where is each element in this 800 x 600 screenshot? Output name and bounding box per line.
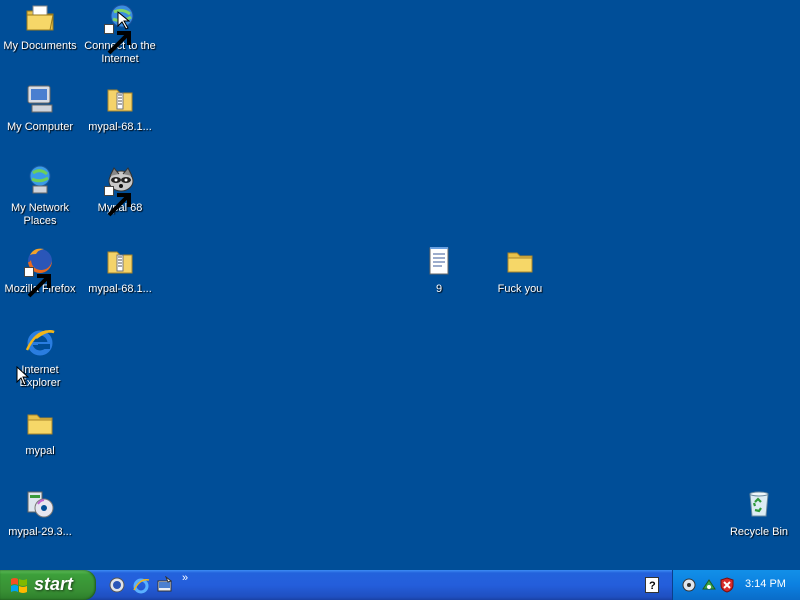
internet-explorer-quicklaunch-icon[interactable] (132, 576, 150, 594)
desktop-icon-label: My Network Places (10, 202, 70, 227)
desktop-icon-internet-explorer[interactable]: Internet Explorer (0, 326, 80, 390)
firefox-quicklaunch-icon[interactable] (108, 576, 126, 594)
shortcut-arrow-icon (104, 186, 131, 217)
mypal-raccoon-icon (104, 164, 136, 217)
desktop-icon-mypal-folder[interactable]: mypal (0, 407, 80, 458)
security-center-alert-icon[interactable] (719, 577, 735, 593)
desktop-icon-label: Internet Explorer (19, 364, 61, 389)
zip-folder-icon (104, 245, 136, 277)
desktop-icon-label: My Documents (3, 40, 77, 52)
recycle-bin-icon (743, 488, 775, 520)
help-icon[interactable]: ? (645, 577, 659, 593)
desktop-icon-mypal-29-installer[interactable]: mypal-29.3... (0, 488, 80, 539)
desktop-icon-mypal-68[interactable]: Mypal 68 (80, 164, 160, 217)
firefox-icon (24, 245, 56, 298)
desktop-icon-label: My Computer (6, 121, 74, 133)
desktop-icon-mypal-zip-2[interactable]: mypal-68.1... (80, 245, 160, 296)
shortcut-arrow-icon (24, 267, 51, 298)
desktop-icon-label: mypal-68.1... (88, 283, 152, 295)
desktop-icon-mozilla-firefox[interactable]: Mozilla Firefox (0, 245, 80, 298)
desktop-icon-connect-internet[interactable]: Connect to the Internet (80, 2, 160, 66)
installer-icon (24, 488, 56, 520)
speaker-icon[interactable] (681, 577, 697, 593)
taskbar: start » ? 3:14 PM (0, 570, 800, 600)
quick-launch-chevron-icon[interactable]: » (182, 572, 188, 584)
start-button[interactable]: start (0, 570, 96, 600)
my-computer-icon (24, 83, 56, 115)
desktop-icon-label: mypal (25, 445, 55, 457)
network-places-icon (24, 164, 56, 196)
connect-internet-icon (104, 2, 136, 55)
desktop-icon-my-documents[interactable]: My Documents (0, 2, 80, 53)
desktop-icon-folder-fuck-you[interactable]: Fuck you (480, 245, 560, 296)
desktop-icon-label: Fuck you (497, 283, 543, 295)
show-desktop-icon[interactable] (156, 576, 174, 594)
start-label: start (34, 574, 74, 594)
desktop-icon-my-computer[interactable]: My Computer (0, 83, 80, 134)
network-tray-icon[interactable] (701, 577, 717, 593)
internet-explorer-icon (24, 326, 56, 358)
folder-icon (24, 407, 56, 439)
folder-icon (504, 245, 536, 277)
desktop-icon-my-network-places[interactable]: My Network Places (0, 164, 80, 228)
shortcut-arrow-icon (104, 24, 131, 55)
desktop-icon-label: mypal-68.1... (88, 121, 152, 133)
desktop-icon-recycle-bin[interactable]: Recycle Bin (719, 488, 799, 539)
windows-logo-icon (11, 578, 27, 593)
my-documents-icon (24, 2, 56, 34)
desktop-icon-label: 9 (435, 283, 443, 295)
text-file-icon (423, 245, 455, 277)
clock[interactable]: 3:14 PM (745, 578, 786, 590)
system-tray: 3:14 PM (672, 570, 800, 600)
desktop-icon-mypal-zip-1[interactable]: mypal-68.1... (80, 83, 160, 134)
desktop-icon-text-file-9[interactable]: 9 (399, 245, 479, 296)
zip-folder-icon (104, 83, 136, 115)
mouse-pointer-icon (16, 366, 30, 386)
desktop[interactable]: My Documents Connect to the Internet My … (0, 0, 800, 570)
desktop-icon-label: mypal-29.3... (8, 526, 72, 538)
desktop-icon-label: Recycle Bin (729, 526, 789, 538)
svg-text:?: ? (649, 580, 656, 592)
